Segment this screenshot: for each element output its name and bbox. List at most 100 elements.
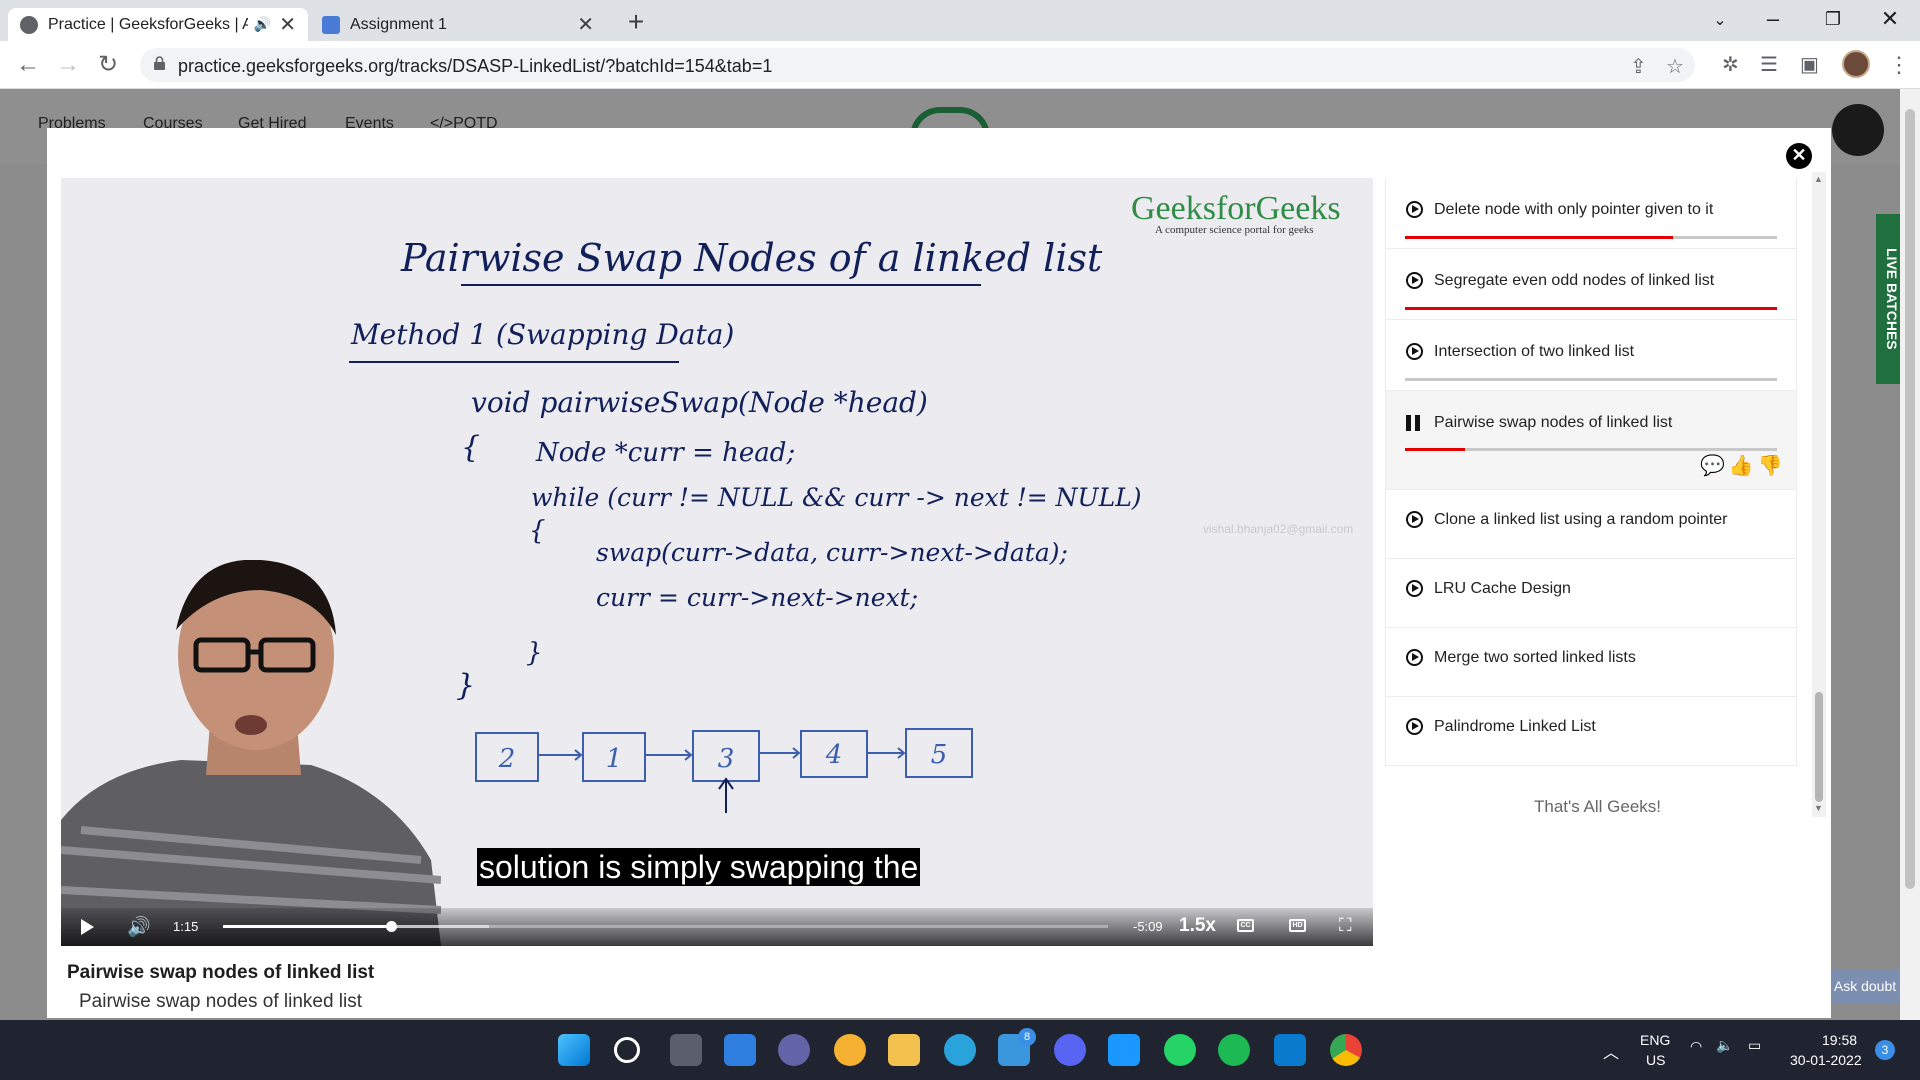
file-explorer-icon[interactable] (888, 1034, 920, 1066)
playlist-item[interactable]: Clone a linked list using a random point… (1385, 490, 1797, 559)
play-icon[interactable] (81, 919, 94, 935)
playlist-item[interactable]: Merge two sorted linked lists (1385, 628, 1797, 697)
playlist-item[interactable]: Intersection of two linked list (1385, 320, 1797, 391)
language-indicator[interactable]: ENG (1640, 1032, 1670, 1048)
vscode-icon[interactable] (1274, 1034, 1306, 1066)
telegram-icon[interactable] (944, 1034, 976, 1066)
teams-chat-icon[interactable] (778, 1034, 810, 1066)
search-icon[interactable] (614, 1037, 640, 1063)
bookmark-star-icon[interactable]: ☆ (1666, 54, 1684, 79)
ask-doubt-button[interactable]: Ask doubt (1830, 969, 1900, 1003)
current-time: 1:15 (173, 919, 199, 934)
playlist-scrollbar[interactable]: ▲ ▼ (1812, 172, 1826, 817)
tab-practice[interactable]: Practice | GeeksforGeeks | A 🔊 ✕ (8, 8, 308, 41)
live-batches-tab[interactable]: LIVE BATCHES (1876, 214, 1900, 384)
email-watermark: vishal.bhanja02@gmail.com (1203, 522, 1354, 536)
chrome-icon[interactable] (1330, 1034, 1362, 1066)
playlist-item-label: Intersection of two linked list (1434, 343, 1635, 360)
side-panel-icon[interactable]: ▣ (1800, 52, 1819, 77)
discord-icon[interactable] (1054, 1034, 1086, 1066)
scrollbar-thumb[interactable] (1815, 692, 1823, 802)
code-line: { (529, 516, 546, 546)
page-scrollbar[interactable] (1900, 89, 1920, 1020)
globe-icon (20, 15, 38, 34)
playlist-item-current[interactable]: Pairwise swap nodes of linked list 💬👍👎 (1385, 391, 1797, 490)
whiteboard-method: Method 1 (Swapping Data) (351, 318, 735, 351)
play-circle-icon (1406, 511, 1423, 528)
seek-bar[interactable] (223, 921, 1108, 932)
play-circle-icon (1406, 343, 1423, 360)
video-subtitle: Pairwise swap nodes of linked list (79, 991, 363, 1012)
watch-progress-bar (1405, 378, 1777, 381)
whatsapp-icon[interactable] (1164, 1034, 1196, 1066)
playlist-item-label: Pairwise swap nodes of linked list (1434, 414, 1673, 431)
tab-assignment[interactable]: Assignment 1 ✕ (310, 8, 606, 41)
watch-progress-bar (1405, 236, 1777, 239)
player-controls: 🔊 1:15 -5:09 1.5x CC HD ⛶ (61, 908, 1373, 946)
share-icon[interactable]: ⇪ (1630, 54, 1647, 79)
speaker-icon[interactable]: 🔊 (254, 16, 271, 33)
thumbs-up-icon[interactable]: 👍 (1729, 455, 1758, 477)
close-tab-icon[interactable]: ✕ (577, 12, 594, 37)
playlist-item[interactable]: Delete node with only pointer given to i… (1385, 178, 1797, 249)
close-modal-button[interactable]: ✕ (1786, 143, 1812, 169)
widgets-icon[interactable] (724, 1034, 756, 1066)
volume-tray-icon[interactable]: 🔈 (1716, 1037, 1733, 1054)
watch-progress-fill (1405, 448, 1465, 451)
task-view-icon[interactable] (670, 1034, 702, 1066)
spotify-icon[interactable] (1218, 1034, 1250, 1066)
profile-avatar[interactable] (1842, 50, 1870, 78)
comment-icon[interactable]: 💬 (1700, 455, 1729, 477)
mail-badge: 8 (1018, 1028, 1036, 1046)
seek-handle[interactable] (386, 921, 398, 932)
code-line: } (456, 668, 476, 703)
weather-icon[interactable] (834, 1034, 866, 1066)
captions-icon[interactable]: CC (1237, 919, 1254, 932)
playback-speed-button[interactable]: 1.5x (1179, 915, 1216, 937)
reload-button[interactable]: ↻ (92, 49, 124, 81)
scrollbar-thumb[interactable] (1905, 109, 1915, 889)
video-player[interactable]: GeeksforGeeks A computer science portal … (61, 178, 1373, 946)
menu-kebab-icon[interactable]: ⋮ (1888, 52, 1910, 78)
new-tab-button[interactable]: + (620, 7, 652, 39)
lock-icon (154, 56, 165, 70)
scroll-up-arrow-icon[interactable]: ▲ (1814, 174, 1823, 184)
fullscreen-icon[interactable]: ⛶ (1339, 915, 1352, 936)
back-button[interactable]: ← (12, 49, 44, 81)
scroll-down-arrow-icon[interactable]: ▼ (1814, 803, 1823, 813)
playlist-item[interactable]: Palindrome Linked List (1385, 697, 1797, 766)
tray-overflow-icon[interactable]: ︿ (1603, 1039, 1619, 1063)
code-line: while (curr != NULL && curr -> next != N… (531, 483, 1142, 512)
watch-progress-bar (1405, 307, 1777, 310)
reading-list-icon[interactable]: ☰ (1760, 52, 1778, 77)
user-avatar[interactable] (1832, 104, 1884, 156)
window-close-button[interactable]: ✕ (1870, 6, 1910, 32)
played-bar (223, 925, 392, 928)
thumbs-down-icon[interactable]: 👎 (1758, 455, 1787, 477)
list-node-label: 3 (718, 744, 735, 774)
address-bar[interactable]: practice.geeksforgeeks.org/tracks/DSASP-… (140, 48, 1695, 82)
clock-date[interactable]: 30-01-2022 (1790, 1052, 1862, 1068)
code-line: Node *curr = head; (536, 438, 796, 468)
tab-search-icon[interactable]: ⌄ (1700, 10, 1740, 30)
prime-video-icon[interactable] (1108, 1034, 1140, 1066)
restore-button[interactable]: ❐ (1813, 9, 1853, 30)
minimize-button[interactable]: – (1753, 6, 1793, 32)
battery-icon[interactable]: ▭ (1748, 1037, 1761, 1054)
volume-icon[interactable]: 🔊 (127, 915, 151, 939)
classroom-icon (322, 15, 340, 34)
playlist-item-label: Palindrome Linked List (1434, 718, 1596, 735)
clock-time[interactable]: 19:58 (1822, 1032, 1857, 1048)
hd-quality-icon[interactable]: HD (1289, 919, 1306, 932)
forward-button[interactable]: → (52, 49, 84, 81)
playlist-item-label: Delete node with only pointer given to i… (1434, 201, 1714, 218)
wifi-icon[interactable]: ◠ (1690, 1038, 1702, 1055)
playlist-item[interactable]: LRU Cache Design (1385, 559, 1797, 628)
list-node-label: 1 (606, 744, 623, 774)
notification-badge[interactable]: 3 (1875, 1040, 1895, 1060)
windows-start-icon[interactable] (558, 1034, 590, 1066)
linked-list-diagram: 2 1 3 4 5 (475, 728, 973, 813)
close-tab-icon[interactable]: ✕ (279, 12, 296, 37)
extensions-icon[interactable]: ✲ (1722, 52, 1739, 77)
playlist-item[interactable]: Segregate even odd nodes of linked list (1385, 249, 1797, 320)
